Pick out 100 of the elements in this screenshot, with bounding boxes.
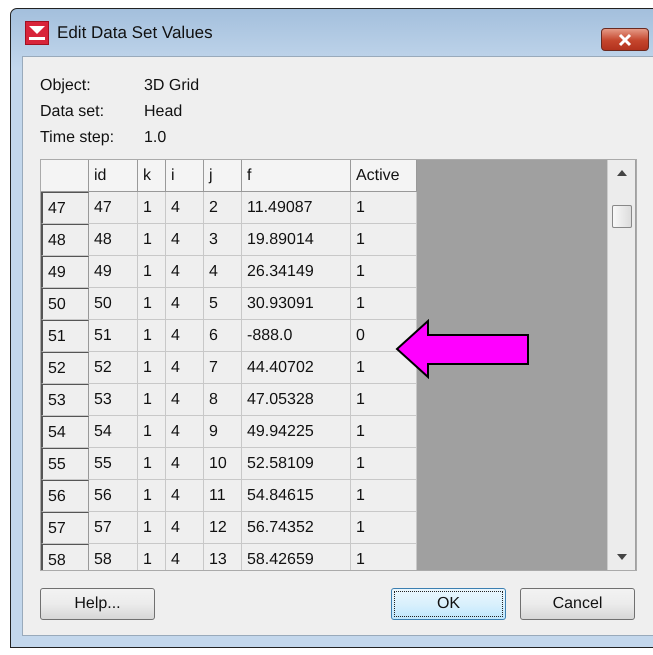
table-cell: 3 (204, 224, 242, 256)
row-header[interactable]: 47 (41, 192, 89, 224)
info-label: Data set: (40, 102, 106, 122)
row-header[interactable]: 57 (41, 512, 89, 544)
table-cell: 53 (89, 384, 138, 416)
table-cell: 1 (351, 224, 417, 256)
table-cell: 56 (89, 480, 138, 512)
window-title: Edit Data Set Values (57, 22, 213, 42)
column-header[interactable]: j (204, 160, 242, 192)
row-header[interactable]: 53 (41, 384, 89, 416)
table-cell: 52.58109 (242, 448, 351, 480)
row-header[interactable]: 49 (41, 256, 89, 288)
table-cell: 1 (138, 544, 166, 570)
table-cell: 10 (204, 448, 242, 480)
table-cell: 4 (166, 224, 204, 256)
table-cell: 4 (166, 352, 204, 384)
table-cell: 1 (351, 192, 417, 224)
scroll-up-icon (616, 170, 626, 176)
table-cell: 30.93091 (242, 288, 351, 320)
table-cell: 1 (351, 448, 417, 480)
close-button[interactable] (601, 28, 649, 51)
table-cell: 1 (138, 384, 166, 416)
table-cell: 1 (138, 416, 166, 448)
info-label: Object: (40, 76, 92, 96)
row-header[interactable]: 48 (41, 224, 89, 256)
table-cell: 47.05328 (242, 384, 351, 416)
app-icon (25, 20, 49, 44)
row-header[interactable]: 58 (41, 544, 89, 570)
row-header[interactable]: 55 (41, 448, 89, 480)
table-cell: 55 (89, 448, 138, 480)
table-cell: 1 (138, 256, 166, 288)
info-label: Time step: (40, 128, 116, 148)
info-value: 3D Grid (144, 76, 200, 96)
close-icon (617, 32, 633, 46)
table-cell: 52 (89, 352, 138, 384)
table-cell: 1 (138, 512, 166, 544)
table-cell: 1 (138, 192, 166, 224)
table-cell: 4 (204, 256, 242, 288)
dialog-button[interactable]: Help... (40, 588, 155, 620)
table-cell: 54.84615 (242, 480, 351, 512)
table-cell: 26.34149 (242, 256, 351, 288)
table-cell: 49.94225 (242, 416, 351, 448)
table-cell: 1 (138, 480, 166, 512)
table-cell: 48 (89, 224, 138, 256)
table-cell: 6 (204, 320, 242, 352)
table-cell: 8 (204, 384, 242, 416)
table-cell: 1 (138, 288, 166, 320)
row-header[interactable]: 51 (41, 320, 89, 352)
table-cell: 44.40702 (242, 352, 351, 384)
table-cell: 1 (351, 384, 417, 416)
table-cell: 1 (351, 544, 417, 570)
table-cell: 4 (166, 320, 204, 352)
table-cell: 12 (204, 512, 242, 544)
table-cell: 4 (166, 416, 204, 448)
table-cell: 4 (166, 448, 204, 480)
table-cell: 51 (89, 320, 138, 352)
row-header[interactable]: 50 (41, 288, 89, 320)
table-cell: 54 (89, 416, 138, 448)
table-cell: 56.74352 (242, 512, 351, 544)
column-header[interactable]: i (166, 160, 204, 192)
table-cell: 19.89014 (242, 224, 351, 256)
table-cell: 1 (351, 352, 417, 384)
table-cell: 1 (351, 512, 417, 544)
table-cell: -888.0 (242, 320, 351, 352)
table-cell: 1 (138, 448, 166, 480)
table-cell: 5 (204, 288, 242, 320)
table-cell: 47 (89, 192, 138, 224)
table-cell: 1 (138, 224, 166, 256)
table-cell: 4 (166, 544, 204, 570)
column-header[interactable]: f (242, 160, 351, 192)
row-header[interactable]: 54 (41, 416, 89, 448)
dialog-button[interactable]: OK (391, 588, 506, 620)
table-cell: 1 (351, 416, 417, 448)
table-cell: 4 (166, 384, 204, 416)
column-header[interactable]: Active (351, 160, 417, 192)
info-value: 1.0 (144, 128, 168, 148)
column-header[interactable]: id (89, 160, 138, 192)
table-cell: 1 (351, 480, 417, 512)
row-header[interactable]: 56 (41, 480, 89, 512)
table-cell: 4 (166, 288, 204, 320)
table-cell: 4 (166, 192, 204, 224)
table-cell: 4 (166, 256, 204, 288)
info-value: Head (144, 102, 184, 122)
table-cell: 1 (351, 288, 417, 320)
table-cell: 11 (204, 480, 242, 512)
scroll-thumb[interactable] (612, 205, 632, 228)
row-header[interactable]: 52 (41, 352, 89, 384)
table-cell: 7 (204, 352, 242, 384)
table-cell: 58 (89, 544, 138, 570)
column-header[interactable]: k (138, 160, 166, 192)
table-cell: 1 (351, 256, 417, 288)
table-cell: 11.49087 (242, 192, 351, 224)
scrollbar[interactable] (607, 160, 635, 570)
table-cell: 57 (89, 512, 138, 544)
dialog-button[interactable]: Cancel (520, 588, 635, 620)
table-cell: 13 (204, 544, 242, 570)
column-header[interactable] (41, 160, 89, 192)
table-cell: 2 (204, 192, 242, 224)
scroll-down-icon (616, 554, 626, 560)
table-cell: 4 (166, 512, 204, 544)
